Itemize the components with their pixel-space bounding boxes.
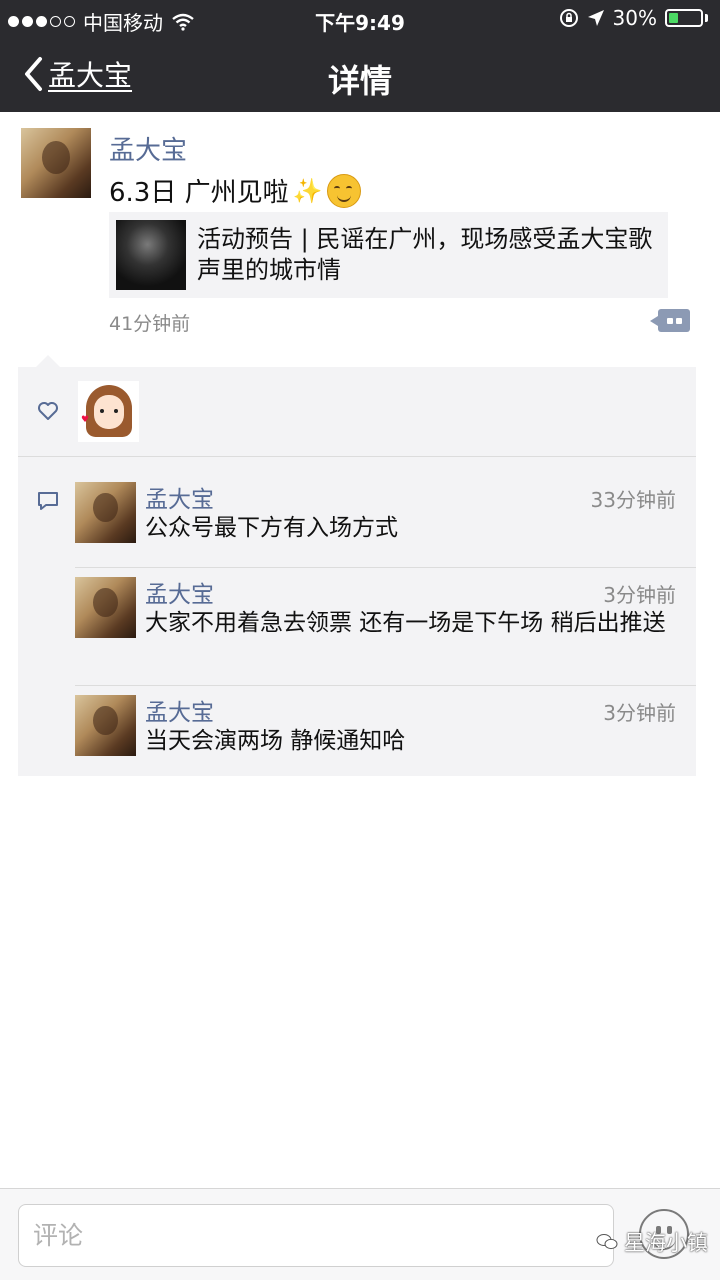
article-title: 活动预告 | 民谣在广州，现场感受孟大宝歌声里的城市情 xyxy=(197,225,653,284)
comment-author[interactable]: 孟大宝 xyxy=(145,575,214,609)
article-thumbnail xyxy=(116,220,186,290)
sparkles-icon: ✨ xyxy=(292,176,323,205)
comment-avatar[interactable] xyxy=(75,577,136,638)
comment-text: 大家不用着急去领票 还有一场是下午场 稍后出推送 xyxy=(145,610,666,636)
status-bar: 中国移动 下午9:49 30% xyxy=(0,0,720,40)
battery-percent: 30% xyxy=(612,6,657,30)
watermark: 星海小镇 xyxy=(596,1227,708,1257)
comment-avatar[interactable] xyxy=(75,482,136,543)
watermark-text: 星海小镇 xyxy=(624,1231,708,1255)
post-time: 41分钟前 xyxy=(109,313,191,335)
wechat-logo-icon xyxy=(596,1234,618,1250)
likes-row: ♥ xyxy=(18,367,696,456)
comment-divider xyxy=(75,685,696,686)
comment-bubble-icon xyxy=(38,492,58,510)
comment-time: 33分钟前 xyxy=(590,488,676,512)
comment-like-menu-button[interactable] xyxy=(650,309,690,332)
comment-author[interactable]: 孟大宝 xyxy=(145,480,214,514)
comment-item: 孟大宝 3分钟前 当天会演两场 静候通知哈 xyxy=(75,693,696,765)
comment-time: 3分钟前 xyxy=(603,701,676,725)
post-text-row: 6.3日 广州见啦 ✨ xyxy=(109,172,361,209)
post-text: 6.3日 广州见啦 xyxy=(109,178,289,208)
comment-avatar[interactable] xyxy=(75,695,136,756)
comment-item: 孟大宝 33分钟前 公众号最下方有入场方式 xyxy=(75,480,696,560)
author-avatar[interactable] xyxy=(21,128,91,198)
comment-divider xyxy=(75,567,696,568)
likes-comments-panel: ♥ 孟大宝 33分钟前 公众号最下方有入场方式 孟大宝 3分钟前 大家不用着急去… xyxy=(18,355,696,776)
divider xyxy=(18,456,696,457)
comment-time: 3分钟前 xyxy=(603,583,676,607)
comment-text: 当天会演两场 静候通知哈 xyxy=(145,728,406,754)
status-right: 30% xyxy=(559,6,708,30)
page-title: 详情 xyxy=(327,62,392,100)
battery-fill xyxy=(669,13,678,23)
comment-item: 孟大宝 3分钟前 大家不用着急去领票 还有一场是下午场 稍后出推送 xyxy=(75,575,696,675)
blushing-face-icon xyxy=(326,173,361,208)
battery-cap xyxy=(705,14,708,22)
heart-icon xyxy=(38,402,58,420)
comment-author[interactable]: 孟大宝 xyxy=(145,693,214,727)
battery-icon xyxy=(665,9,703,27)
location-arrow-icon xyxy=(587,10,604,26)
nav-bar: 孟大宝 详情 xyxy=(0,40,720,112)
small-heart-icon: ♥ xyxy=(81,415,90,425)
author-name[interactable]: 孟大宝 xyxy=(109,130,187,167)
comment-input[interactable] xyxy=(18,1204,614,1267)
liker-avatar[interactable]: ♥ xyxy=(78,381,139,442)
orientation-lock-icon xyxy=(559,9,578,27)
shared-article-card[interactable]: 活动预告 | 民谣在广州，现场感受孟大宝歌声里的城市情 xyxy=(109,212,668,298)
comment-text: 公众号最下方有入场方式 xyxy=(145,515,398,541)
